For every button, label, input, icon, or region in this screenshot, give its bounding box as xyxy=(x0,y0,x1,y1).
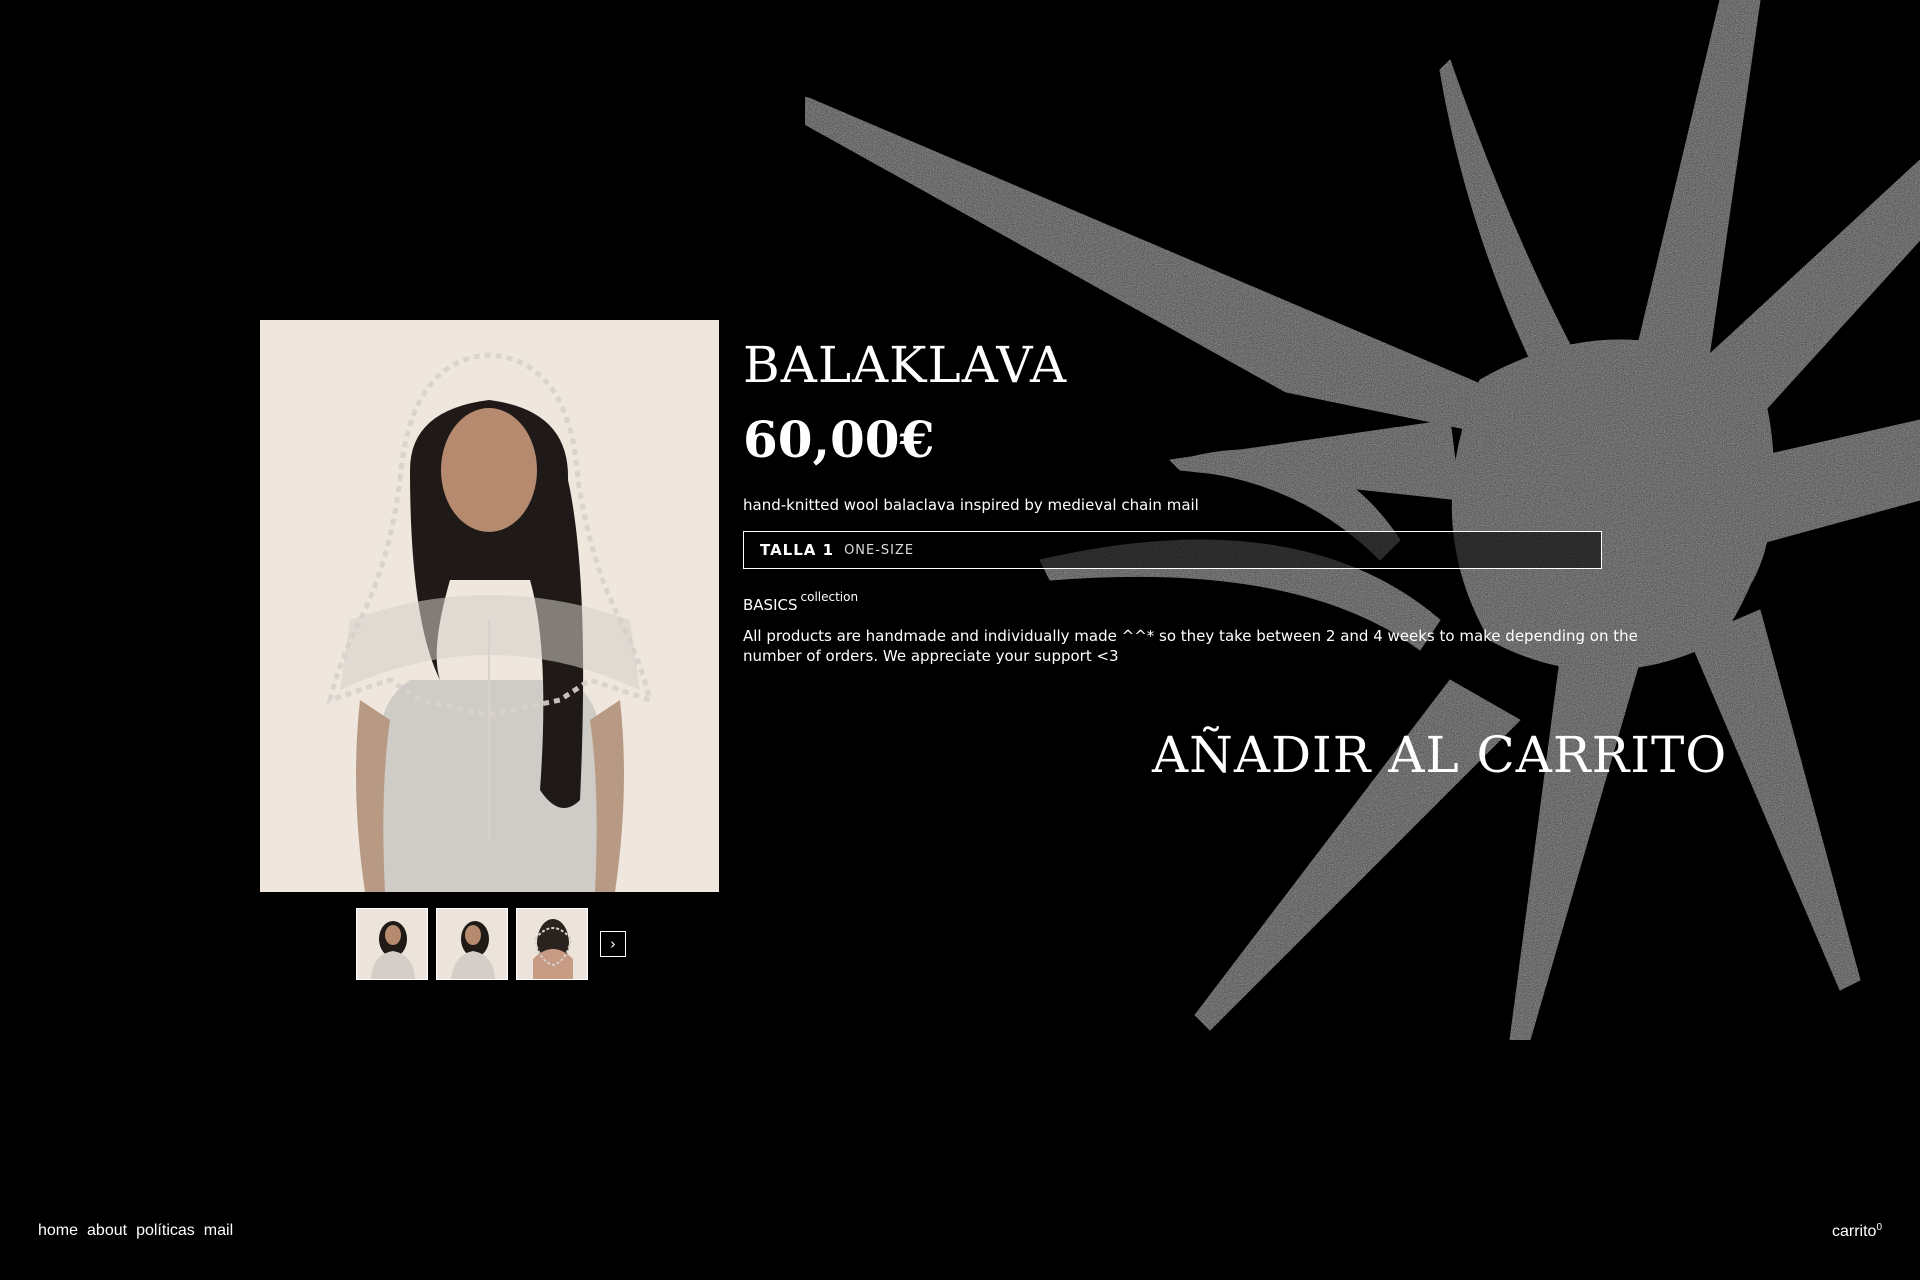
thumbnail-1[interactable] xyxy=(356,908,428,980)
nav-link-about[interactable]: about xyxy=(87,1222,127,1240)
size-value: ONE-SIZE xyxy=(844,542,915,558)
product-main-image[interactable] xyxy=(260,320,719,892)
product-page: › BALAKLAVA 60,00€ hand-knitted wool bal… xyxy=(0,0,1920,1280)
size-selector[interactable]: TALLA 1 ONE-SIZE xyxy=(743,531,1602,569)
product-description: hand-knitted wool balaclava inspired by … xyxy=(743,496,1199,514)
image-thumbnails: › xyxy=(356,908,626,980)
cart-label: carrito xyxy=(1831,1223,1877,1240)
nav-link-mail[interactable]: mail xyxy=(204,1222,233,1240)
nav-link-politicas[interactable]: políticas xyxy=(136,1222,195,1240)
next-image-button[interactable]: › xyxy=(600,931,626,957)
cart-count: 0 xyxy=(1876,1222,1882,1233)
chevron-right-icon: › xyxy=(610,935,616,953)
thumbnail-2[interactable] xyxy=(436,908,508,980)
nav-link-home[interactable]: home xyxy=(38,1222,78,1240)
handmade-notice: All products are handmade and individual… xyxy=(743,627,1638,665)
thumbnail-3[interactable] xyxy=(516,908,588,980)
collection-suffix: collection xyxy=(800,590,859,604)
product-price: 60,00€ xyxy=(743,410,935,469)
collection-label: BASICS collection xyxy=(743,590,858,614)
cart-link[interactable]: carrito0 xyxy=(1832,1222,1882,1241)
add-to-cart-button[interactable]: AÑADIR AL CARRITO xyxy=(1152,726,1727,784)
collection-name: BASICS xyxy=(743,596,798,614)
product-title: BALAKLAVA xyxy=(743,336,1068,394)
size-label: TALLA 1 xyxy=(760,541,835,559)
footer-nav: home about políticas mail xyxy=(38,1222,233,1240)
